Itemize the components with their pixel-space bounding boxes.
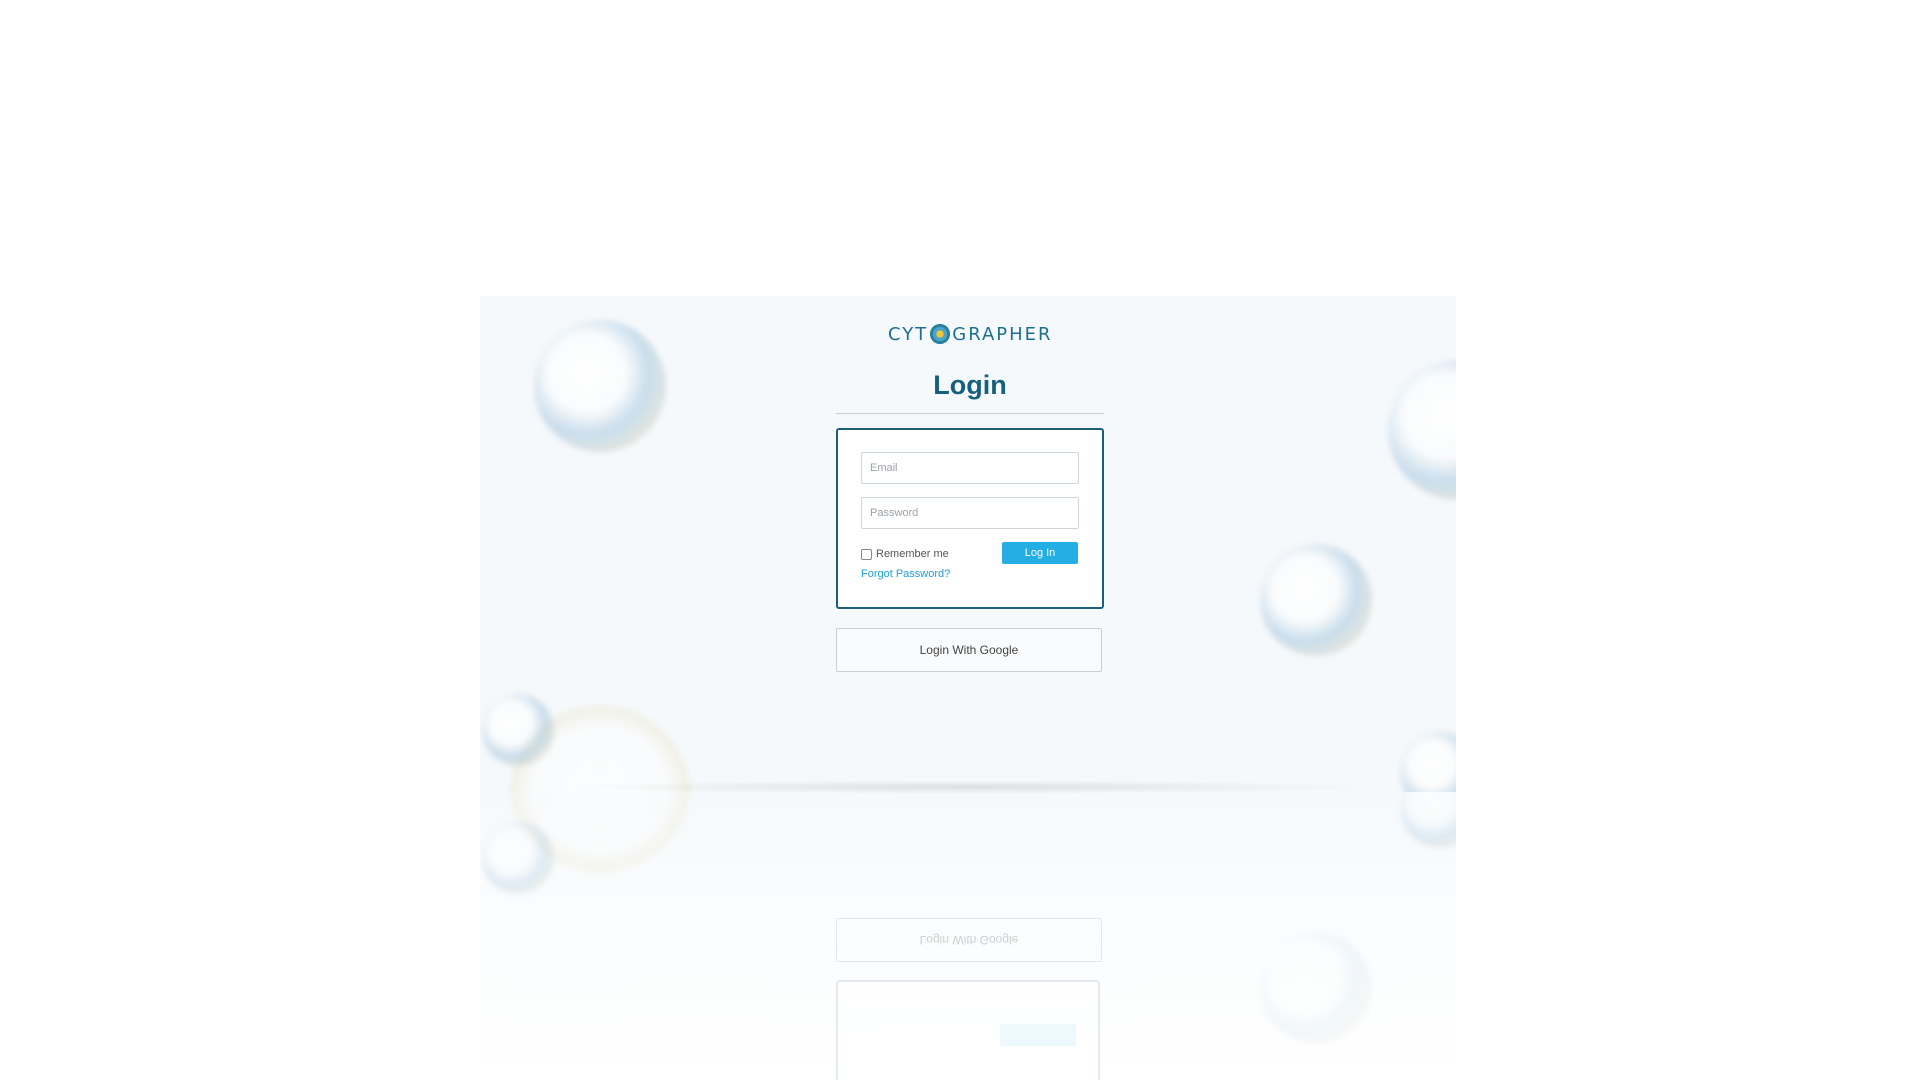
- cell-logo-icon: [930, 324, 951, 344]
- bubble-decoration: [1388, 360, 1456, 500]
- google-button-reflection: Login With Google: [836, 918, 1102, 962]
- login-button-reflection: [1000, 1024, 1076, 1046]
- login-page: CYT GRAPHER Login Remember me Log In For…: [0, 0, 1920, 1080]
- email-field[interactable]: [861, 452, 1079, 484]
- bubble-decoration: [482, 822, 554, 894]
- forgot-password-link[interactable]: Forgot Password?: [861, 568, 950, 580]
- remember-me[interactable]: Remember me: [861, 548, 949, 560]
- bubble-decoration: [1260, 932, 1372, 1044]
- login-button[interactable]: Log In: [1002, 542, 1078, 564]
- bubble-decoration: [534, 320, 666, 452]
- bubble-decoration: [1260, 544, 1372, 656]
- password-field[interactable]: [861, 497, 1079, 529]
- google-login-button[interactable]: Login With Google: [836, 628, 1102, 672]
- bubble-decoration: [482, 694, 554, 766]
- logo-text-right: GRAPHER: [952, 323, 1053, 345]
- panel-shadow: [560, 780, 1380, 794]
- bubble-decoration: [1400, 732, 1456, 792]
- title-divider: [836, 413, 1104, 414]
- bubble-decoration: [1400, 792, 1456, 848]
- remember-checkbox[interactable]: [861, 548, 872, 560]
- app-logo: CYT GRAPHER: [888, 320, 1053, 348]
- login-form: Remember me Log In Forgot Password?: [836, 428, 1104, 609]
- page-title: Login: [933, 370, 1007, 400]
- logo-text-left: CYT: [888, 323, 929, 345]
- remember-label: Remember me: [876, 548, 949, 560]
